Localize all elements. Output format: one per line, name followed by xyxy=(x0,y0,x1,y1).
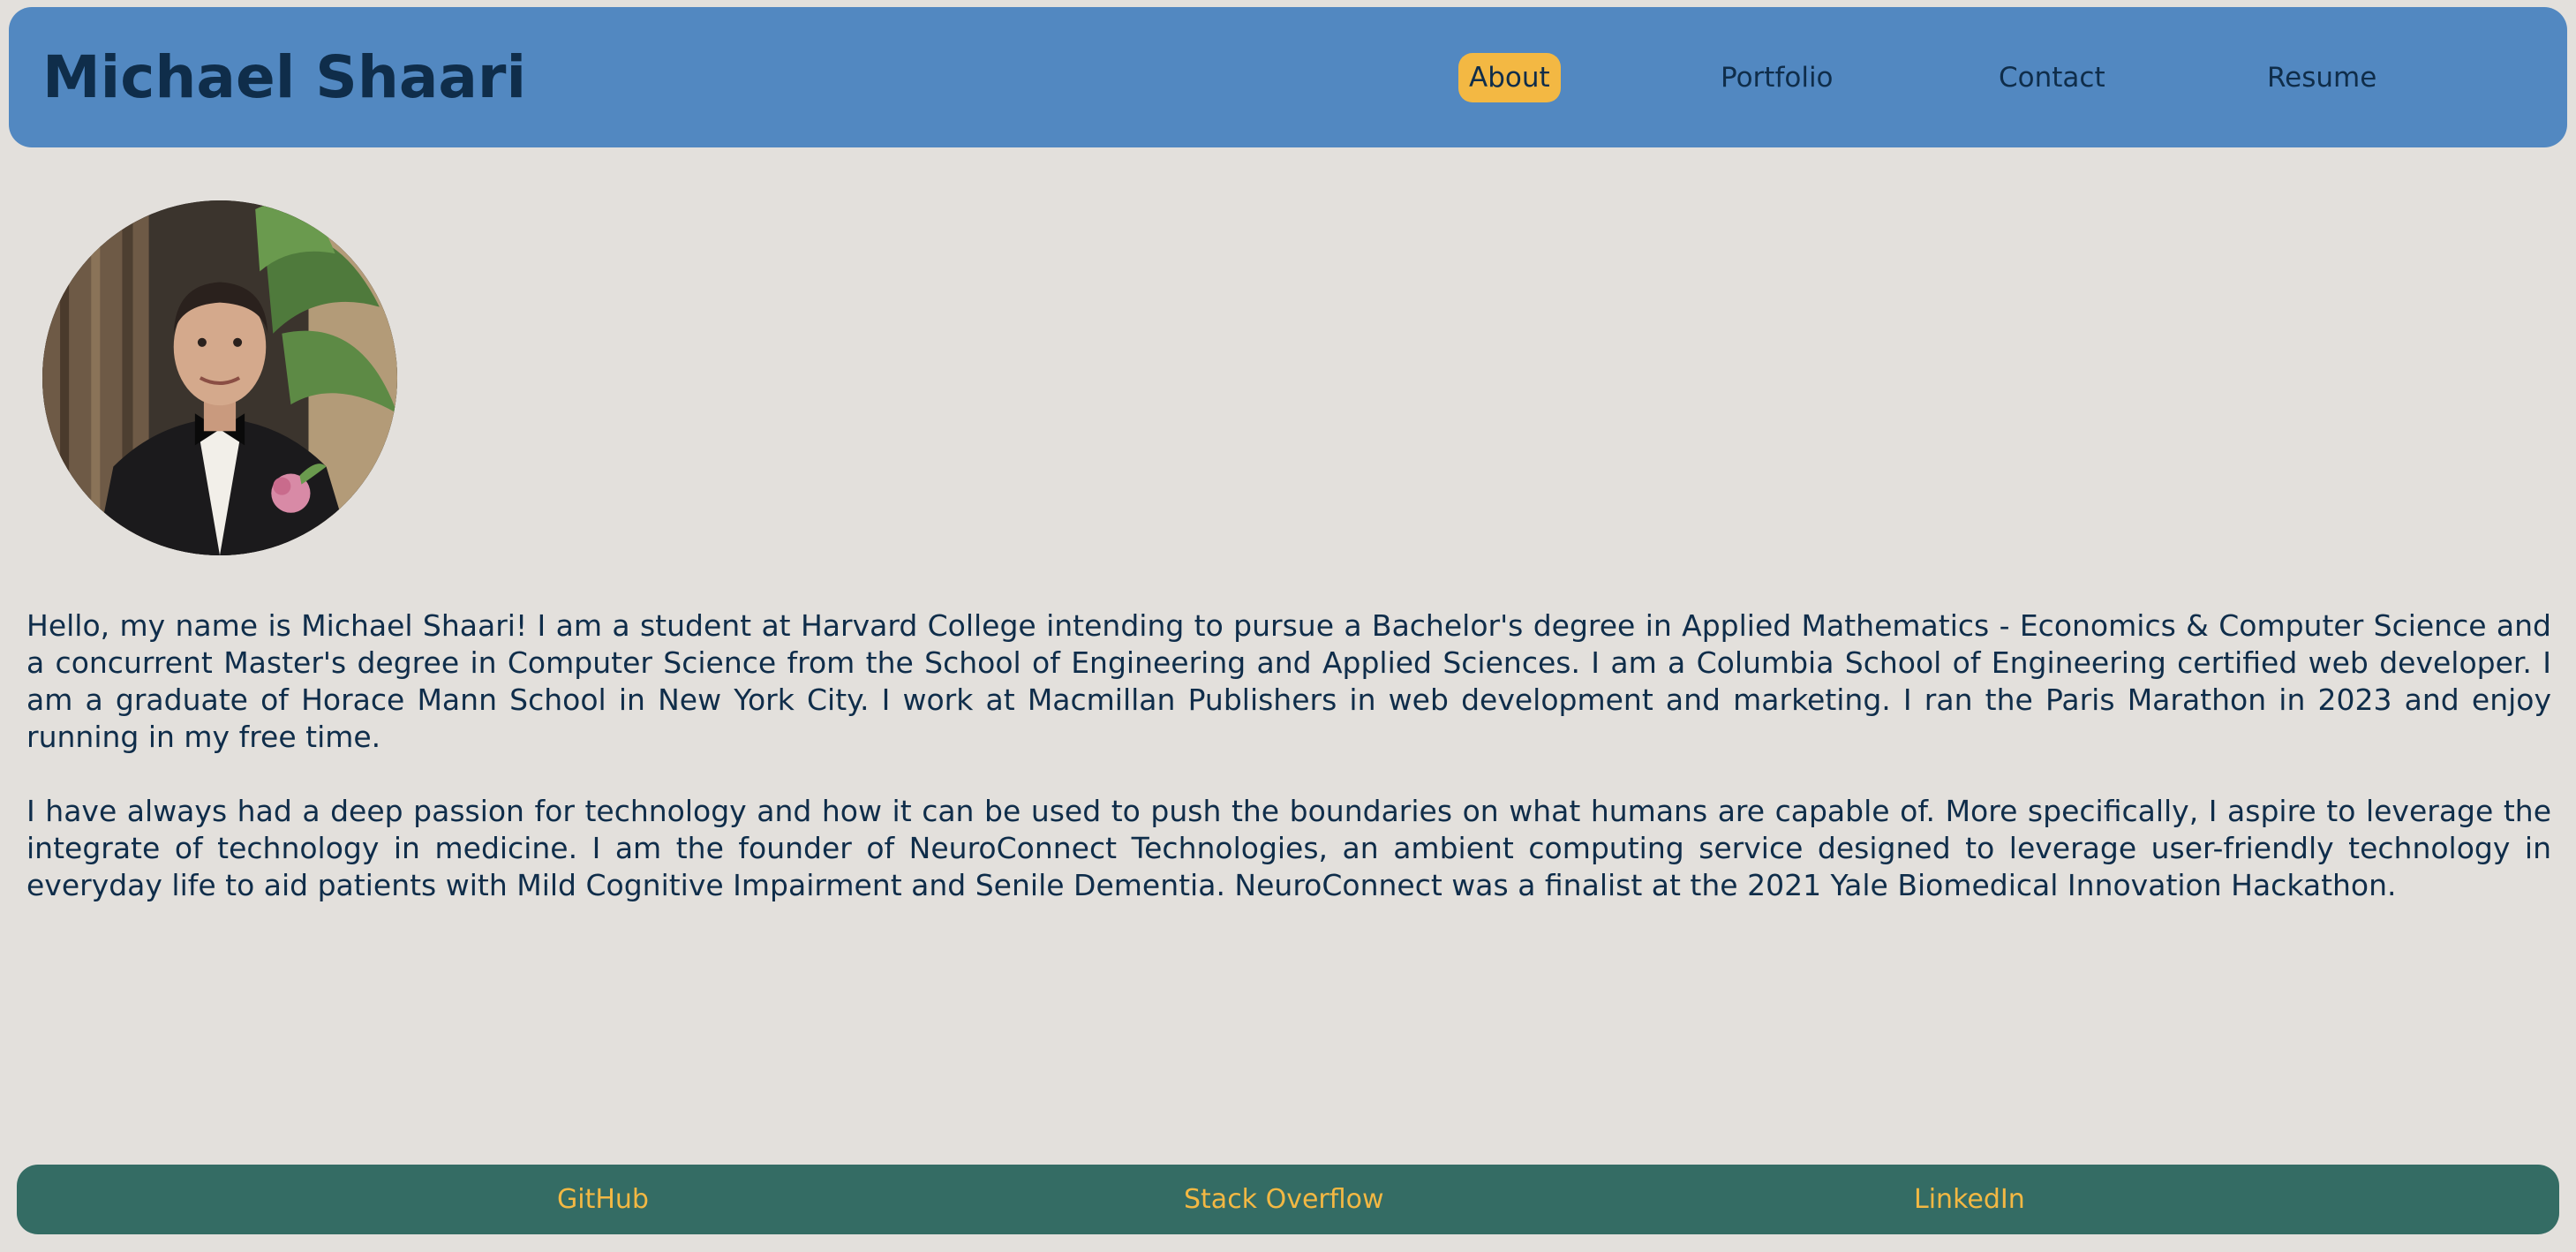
stack-overflow-link[interactable]: Stack Overflow xyxy=(1184,1182,1384,1218)
about-paragraph-passion: I have always had a deep passion for tec… xyxy=(26,794,2551,902)
profile-photo xyxy=(42,200,397,555)
nav-about-link[interactable]: About xyxy=(1458,53,1561,102)
nav-portfolio-link[interactable]: Portfolio xyxy=(1721,53,1834,102)
github-link[interactable]: GitHub xyxy=(557,1182,649,1218)
site-title: Michael Shaari xyxy=(42,43,527,111)
nav-resume-link[interactable]: Resume xyxy=(2267,53,2376,102)
profile-photo-image xyxy=(42,200,397,555)
nav-contact-link[interactable]: Contact xyxy=(1999,53,2105,102)
about-section: Hello, my name is Michael Shaari! I am a… xyxy=(26,607,2551,941)
site-footer: GitHub Stack Overflow LinkedIn xyxy=(17,1165,2559,1234)
site-header: Michael Shaari About Portfolio Contact R… xyxy=(9,7,2567,147)
about-paragraph-intro: Hello, my name is Michael Shaari! I am a… xyxy=(26,608,2551,754)
linkedin-link[interactable]: LinkedIn xyxy=(1914,1182,2025,1218)
